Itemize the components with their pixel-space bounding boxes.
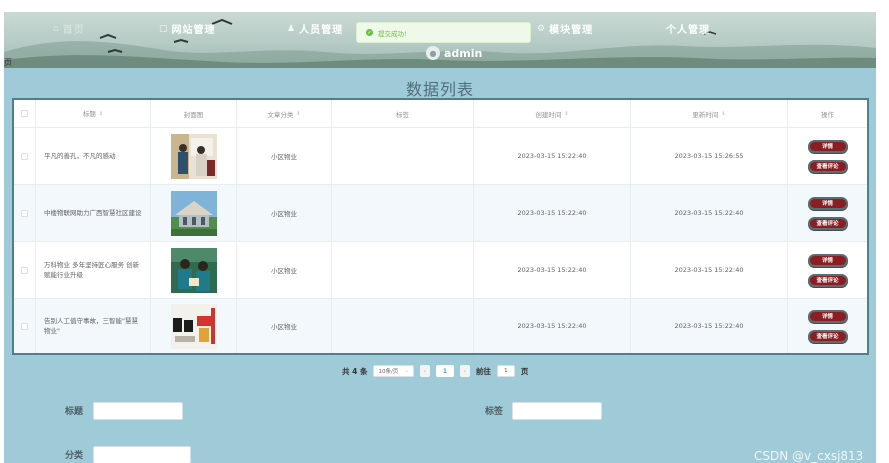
nav-personal-management[interactable]: 个人管理 xyxy=(666,21,710,36)
nav-home-label: 首页 xyxy=(62,25,85,36)
success-toast: ✓ 提交成功! xyxy=(356,22,531,43)
row-category: 小区物业 xyxy=(237,242,332,298)
row-created: 2023-03-15 15:22:40 xyxy=(474,299,631,353)
nav-module-management-label: 模块管理 xyxy=(549,25,594,36)
detail-button[interactable]: 详情 xyxy=(807,196,848,210)
row-category: 小区物业 xyxy=(237,185,332,241)
row-category: 小区物业 xyxy=(237,299,332,353)
row-created: 2023-03-15 15:22:40 xyxy=(474,185,631,241)
table-row: 中楼物联网助力广西智慧社区建设 小区物业 2023-03-15 15:22:40… xyxy=(14,185,867,242)
sort-icon: ⇕ xyxy=(296,110,301,117)
title-filter-input[interactable] xyxy=(93,402,183,420)
row-checkbox[interactable] xyxy=(21,266,28,274)
person-icon: ♟ xyxy=(287,23,297,34)
tag-filter-input[interactable] xyxy=(512,402,602,420)
nav-personal-management-label: 个人管理 xyxy=(666,25,710,36)
row-tag xyxy=(332,185,474,241)
total-count: 共 4 条 xyxy=(342,366,368,376)
chevron-down-icon: ⌄ xyxy=(404,368,409,374)
cover-image[interactable] xyxy=(170,190,217,236)
detail-button[interactable]: 详情 xyxy=(807,139,848,153)
column-header-title[interactable]: 标题 ⇕ xyxy=(36,100,151,127)
watermark: CSDN @v_cxsj813 xyxy=(754,449,864,463)
chevron-right-icon[interactable]: › xyxy=(459,365,470,377)
nav-home[interactable]: ⌂ 首页 xyxy=(53,21,85,37)
home-icon: ⌂ xyxy=(53,23,60,34)
page-size-select[interactable]: 10条/页 ⌄ xyxy=(373,365,414,377)
chevron-left-icon[interactable]: ‹ xyxy=(419,365,430,377)
row-created: 2023-03-15 15:22:40 xyxy=(474,128,631,184)
column-header-updated[interactable]: 更新时间 ⇕ xyxy=(631,100,788,127)
row-checkbox[interactable] xyxy=(21,322,28,330)
sort-icon: ⇕ xyxy=(564,110,569,117)
view-comments-button[interactable]: 查看评论 xyxy=(807,159,848,173)
row-updated: 2023-03-15 15:22:40 xyxy=(631,185,788,241)
row-title: 平凡的善孔，不凡的感动 xyxy=(36,128,151,184)
tag-filter-label: 标签 xyxy=(485,407,504,417)
cover-image[interactable] xyxy=(170,247,217,293)
row-created: 2023-03-15 15:22:40 xyxy=(474,242,631,298)
view-comments-button[interactable]: 查看评论 xyxy=(807,273,848,287)
table-header-row: 标题 ⇕ 封面图 文章分类 ⇕ 标签 创建时间 ⇕ 更新时间 ⇕ 操作 xyxy=(14,100,867,128)
detail-button[interactable]: 详情 xyxy=(807,309,848,323)
row-title: 万科物业 多年坚持匠心服务 创新赋能行业升级 xyxy=(36,242,151,298)
row-updated: 2023-03-15 15:26:55 xyxy=(631,128,788,184)
table-row: 平凡的善孔，不凡的感动 小区物业 2023-03-15 15:22:40 202… xyxy=(14,128,867,185)
cover-image[interactable] xyxy=(170,303,217,349)
current-page[interactable]: 1 xyxy=(435,365,454,377)
title-filter-label: 标题 xyxy=(65,407,84,417)
pagination: 共 4 条 10条/页 ⌄ ‹ 1 › 前往 1 页 xyxy=(342,365,528,377)
category-filter-input[interactable] xyxy=(93,446,191,463)
header-banner: ⌂ 首页 ▢ 网站管理 ♟ 人员管理 ⚙ 模块管理 个人管理 ✓ 提交成功! ●… xyxy=(4,12,876,68)
cover-image[interactable] xyxy=(170,133,217,179)
nav-module-management[interactable]: ⚙ 模块管理 xyxy=(537,21,594,37)
grid-icon: ▢ xyxy=(159,23,169,34)
column-header-cover: 封面图 xyxy=(151,100,237,127)
data-table: 标题 ⇕ 封面图 文章分类 ⇕ 标签 创建时间 ⇕ 更新时间 ⇕ 操作 平凡的善孔，不凡… xyxy=(12,98,869,355)
view-comments-button[interactable]: 查看评论 xyxy=(807,329,848,343)
table-row: 万科物业 多年坚持匠心服务 创新赋能行业升级 小区物业 2023-03-15 1… xyxy=(14,242,867,299)
page: ⌂ 首页 ▢ 网站管理 ♟ 人员管理 ⚙ 模块管理 个人管理 ✓ 提交成功! ●… xyxy=(4,12,876,463)
row-title: 告别人工值守事故，三智能"慧慧物业" xyxy=(36,299,151,353)
nav-site-management[interactable]: ▢ 网站管理 xyxy=(159,21,216,37)
gear-icon: ⚙ xyxy=(537,23,547,34)
user-menu[interactable]: ● admin xyxy=(426,46,482,60)
page-size-value: 10条/页 xyxy=(378,369,399,375)
row-updated: 2023-03-15 15:22:40 xyxy=(631,242,788,298)
row-checkbox[interactable] xyxy=(21,209,28,217)
column-header-created[interactable]: 创建时间 ⇕ xyxy=(474,100,631,127)
column-header-category[interactable]: 文章分类 ⇕ xyxy=(237,100,332,127)
row-tag xyxy=(332,128,474,184)
avatar: ● xyxy=(426,46,440,60)
check-circle-icon: ✓ xyxy=(366,29,373,36)
nav-site-management-label: 网站管理 xyxy=(171,25,216,36)
row-tag xyxy=(332,242,474,298)
row-category: 小区物业 xyxy=(237,128,332,184)
category-filter-label: 分类 xyxy=(65,451,84,461)
sort-icon: ⇕ xyxy=(98,110,104,117)
detail-button[interactable]: 详情 xyxy=(807,253,848,267)
username: admin xyxy=(444,46,483,60)
row-checkbox[interactable] xyxy=(21,152,28,160)
row-title: 中楼物联网助力广西智慧社区建设 xyxy=(36,185,151,241)
side-glyph: 页 xyxy=(4,58,12,67)
goto-page-input[interactable]: 1 xyxy=(496,365,515,377)
view-comments-button[interactable]: 查看评论 xyxy=(807,216,848,230)
nav-people-management-label: 人员管理 xyxy=(299,25,344,36)
row-tag xyxy=(332,299,474,353)
goto-label: 前往 xyxy=(475,366,491,376)
nav-people-management[interactable]: ♟ 人员管理 xyxy=(287,21,344,37)
page-title: 数据列表 xyxy=(405,80,474,99)
page-unit: 页 xyxy=(520,366,529,376)
row-updated: 2023-03-15 15:22:40 xyxy=(631,299,788,353)
select-all-checkbox[interactable] xyxy=(21,110,28,117)
toast-message: 提交成功! xyxy=(378,29,407,38)
column-header-actions: 操作 xyxy=(821,110,834,119)
sort-icon: ⇕ xyxy=(721,110,726,117)
column-header-tag: 标签 xyxy=(332,100,474,127)
table-row: 告别人工值守事故，三智能"慧慧物业" 小区物业 2023-03-15 15:22… xyxy=(14,299,867,353)
